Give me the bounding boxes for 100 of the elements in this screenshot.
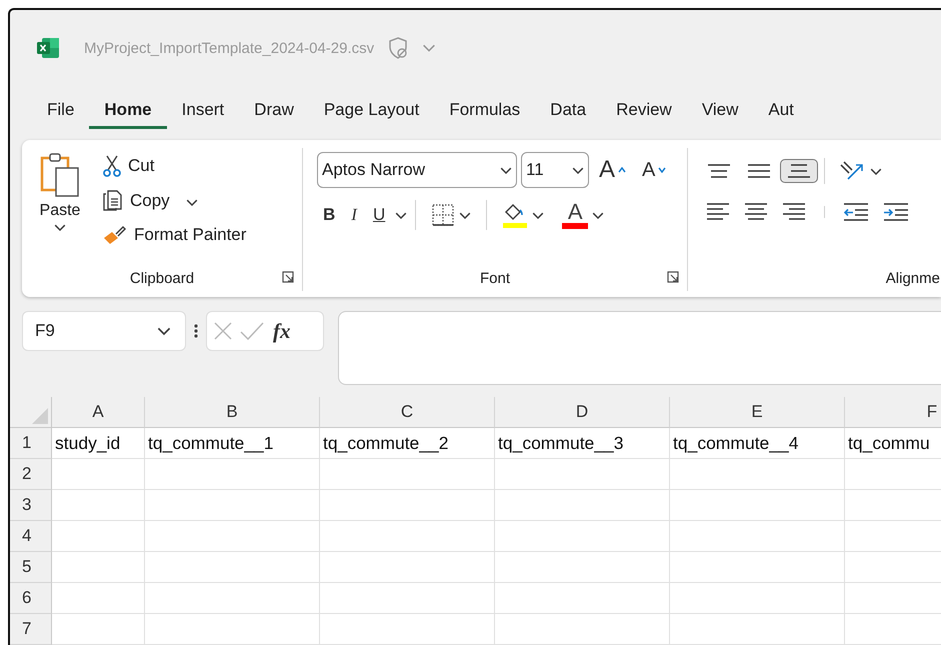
checkmark-icon[interactable] <box>239 321 265 342</box>
ribbon-tab[interactable]: Review <box>601 94 687 129</box>
align-lines-icon <box>707 164 731 178</box>
ribbon-tab[interactable]: View <box>686 94 754 129</box>
paste-button[interactable]: Paste <box>22 148 98 270</box>
dialog-launcher-icon[interactable] <box>667 271 679 284</box>
table-cell[interactable] <box>670 459 845 490</box>
table-cell[interactable] <box>495 552 670 583</box>
table-cell[interactable] <box>495 614 670 645</box>
bold-button[interactable]: B <box>317 203 342 228</box>
table-cell[interactable] <box>52 521 145 552</box>
group-label: Clipboard <box>130 270 194 290</box>
table-cell[interactable] <box>320 459 495 490</box>
underline-button[interactable]: U <box>366 203 392 228</box>
align-icon[interactable] <box>782 202 806 222</box>
decrease-indent-icon[interactable] <box>843 202 869 222</box>
cut-button[interactable]: Cut <box>98 152 250 180</box>
scissors-icon <box>102 154 122 178</box>
caret-up-icon <box>618 167 626 174</box>
chevron-down-icon[interactable] <box>422 44 436 52</box>
chevron-down-icon <box>572 166 584 174</box>
vertical-align-button[interactable] <box>780 159 818 184</box>
more-options-icon[interactable] <box>194 323 198 340</box>
table-cell[interactable] <box>495 459 670 490</box>
color-bar-icon <box>562 223 588 230</box>
window-title: MyProject_ImportTemplate_2024-04-29.csv <box>84 40 374 57</box>
chevron-down-icon <box>157 327 171 336</box>
italic-button[interactable]: I <box>345 203 363 228</box>
table-cell[interactable] <box>670 583 845 614</box>
cancel-icon[interactable] <box>213 321 233 342</box>
table-cell[interactable] <box>495 521 670 552</box>
increase-font-size-button[interactable]: A <box>593 154 632 186</box>
chevron-down-icon <box>532 212 544 219</box>
table-cell[interactable]: tq_commute__2 <box>320 428 495 459</box>
table-cell[interactable] <box>145 459 320 490</box>
table-cell[interactable] <box>145 552 320 583</box>
table-cell[interactable] <box>145 490 320 521</box>
table-cell[interactable] <box>52 614 145 645</box>
table-cell[interactable] <box>320 521 495 552</box>
table-cell[interactable] <box>320 552 495 583</box>
align-lines-icon <box>747 164 771 178</box>
decrease-font-size-button[interactable]: A <box>636 156 672 184</box>
table-cell[interactable]: tq_commute__4 <box>670 428 845 459</box>
spreadsheet-app-icon <box>36 36 60 60</box>
chevron-down-icon <box>395 212 408 219</box>
font-size-dropdown[interactable]: 11 <box>521 152 589 188</box>
increase-indent-icon[interactable] <box>883 202 909 222</box>
align-icon[interactable] <box>744 202 768 222</box>
table-cell[interactable]: tq_commute__3 <box>495 428 670 459</box>
dialog-launcher-icon[interactable] <box>282 271 294 284</box>
table-cell[interactable] <box>145 614 320 645</box>
table-cell[interactable] <box>320 583 495 614</box>
copy-icon <box>102 190 124 212</box>
chevron-down-icon <box>54 224 66 232</box>
table-cell[interactable] <box>52 459 145 490</box>
font-color-button[interactable]: A <box>555 196 612 234</box>
align-icon[interactable] <box>706 202 730 222</box>
ribbon-tab[interactable]: Aut <box>753 94 809 129</box>
paint-bucket-icon <box>502 202 528 228</box>
ribbon-tab[interactable]: Draw <box>239 94 309 129</box>
chevron-down-icon <box>870 168 882 175</box>
table-cell[interactable] <box>495 583 670 614</box>
borders-icon <box>431 203 456 228</box>
ribbon-tab[interactable]: Data <box>535 94 602 129</box>
group-label: Alignme <box>886 270 940 290</box>
insert-function-button[interactable]: fx <box>271 318 292 344</box>
table-cell[interactable] <box>670 521 845 552</box>
table-cell[interactable]: tq_commu <box>845 428 941 459</box>
format-painter-button[interactable]: Format Painter <box>98 222 250 248</box>
chevron-down-icon <box>459 212 472 219</box>
paintbrush-icon <box>102 224 128 246</box>
table-cell[interactable] <box>145 583 320 614</box>
table-cell[interactable] <box>320 490 495 521</box>
table-cell[interactable]: study_id <box>52 428 145 459</box>
table-cell[interactable] <box>495 490 670 521</box>
copy-button[interactable]: Copy <box>98 188 250 214</box>
formula-input-field[interactable] <box>338 311 941 386</box>
ribbon-tab[interactable]: Home <box>89 94 167 129</box>
caret-down-icon <box>658 167 666 174</box>
ribbon-tab[interactable]: Page Layout <box>308 94 434 129</box>
chevron-down-icon <box>186 199 198 206</box>
table-cell[interactable] <box>145 521 320 552</box>
align-lines-icon <box>787 164 811 178</box>
name-box[interactable]: F9 <box>22 311 186 352</box>
chevron-down-icon <box>592 212 604 219</box>
table-cell[interactable] <box>52 552 145 583</box>
clipboard-icon <box>40 152 80 198</box>
ribbon-tab[interactable]: File <box>32 94 90 129</box>
font-name-dropdown[interactable]: Aptos Narrow <box>317 152 517 188</box>
table-cell[interactable] <box>670 490 845 521</box>
ribbon-tab[interactable]: Formulas <box>434 94 536 129</box>
table-cell[interactable] <box>320 614 495 645</box>
table-cell[interactable] <box>52 490 145 521</box>
table-cell[interactable] <box>670 614 845 645</box>
ribbon-tab[interactable]: Insert <box>166 94 240 129</box>
table-cell[interactable] <box>52 583 145 614</box>
chevron-down-icon <box>500 166 512 174</box>
table-cell[interactable] <box>670 552 845 583</box>
table-cell[interactable]: tq_commute__1 <box>145 428 320 459</box>
group-label: Font <box>480 270 510 290</box>
